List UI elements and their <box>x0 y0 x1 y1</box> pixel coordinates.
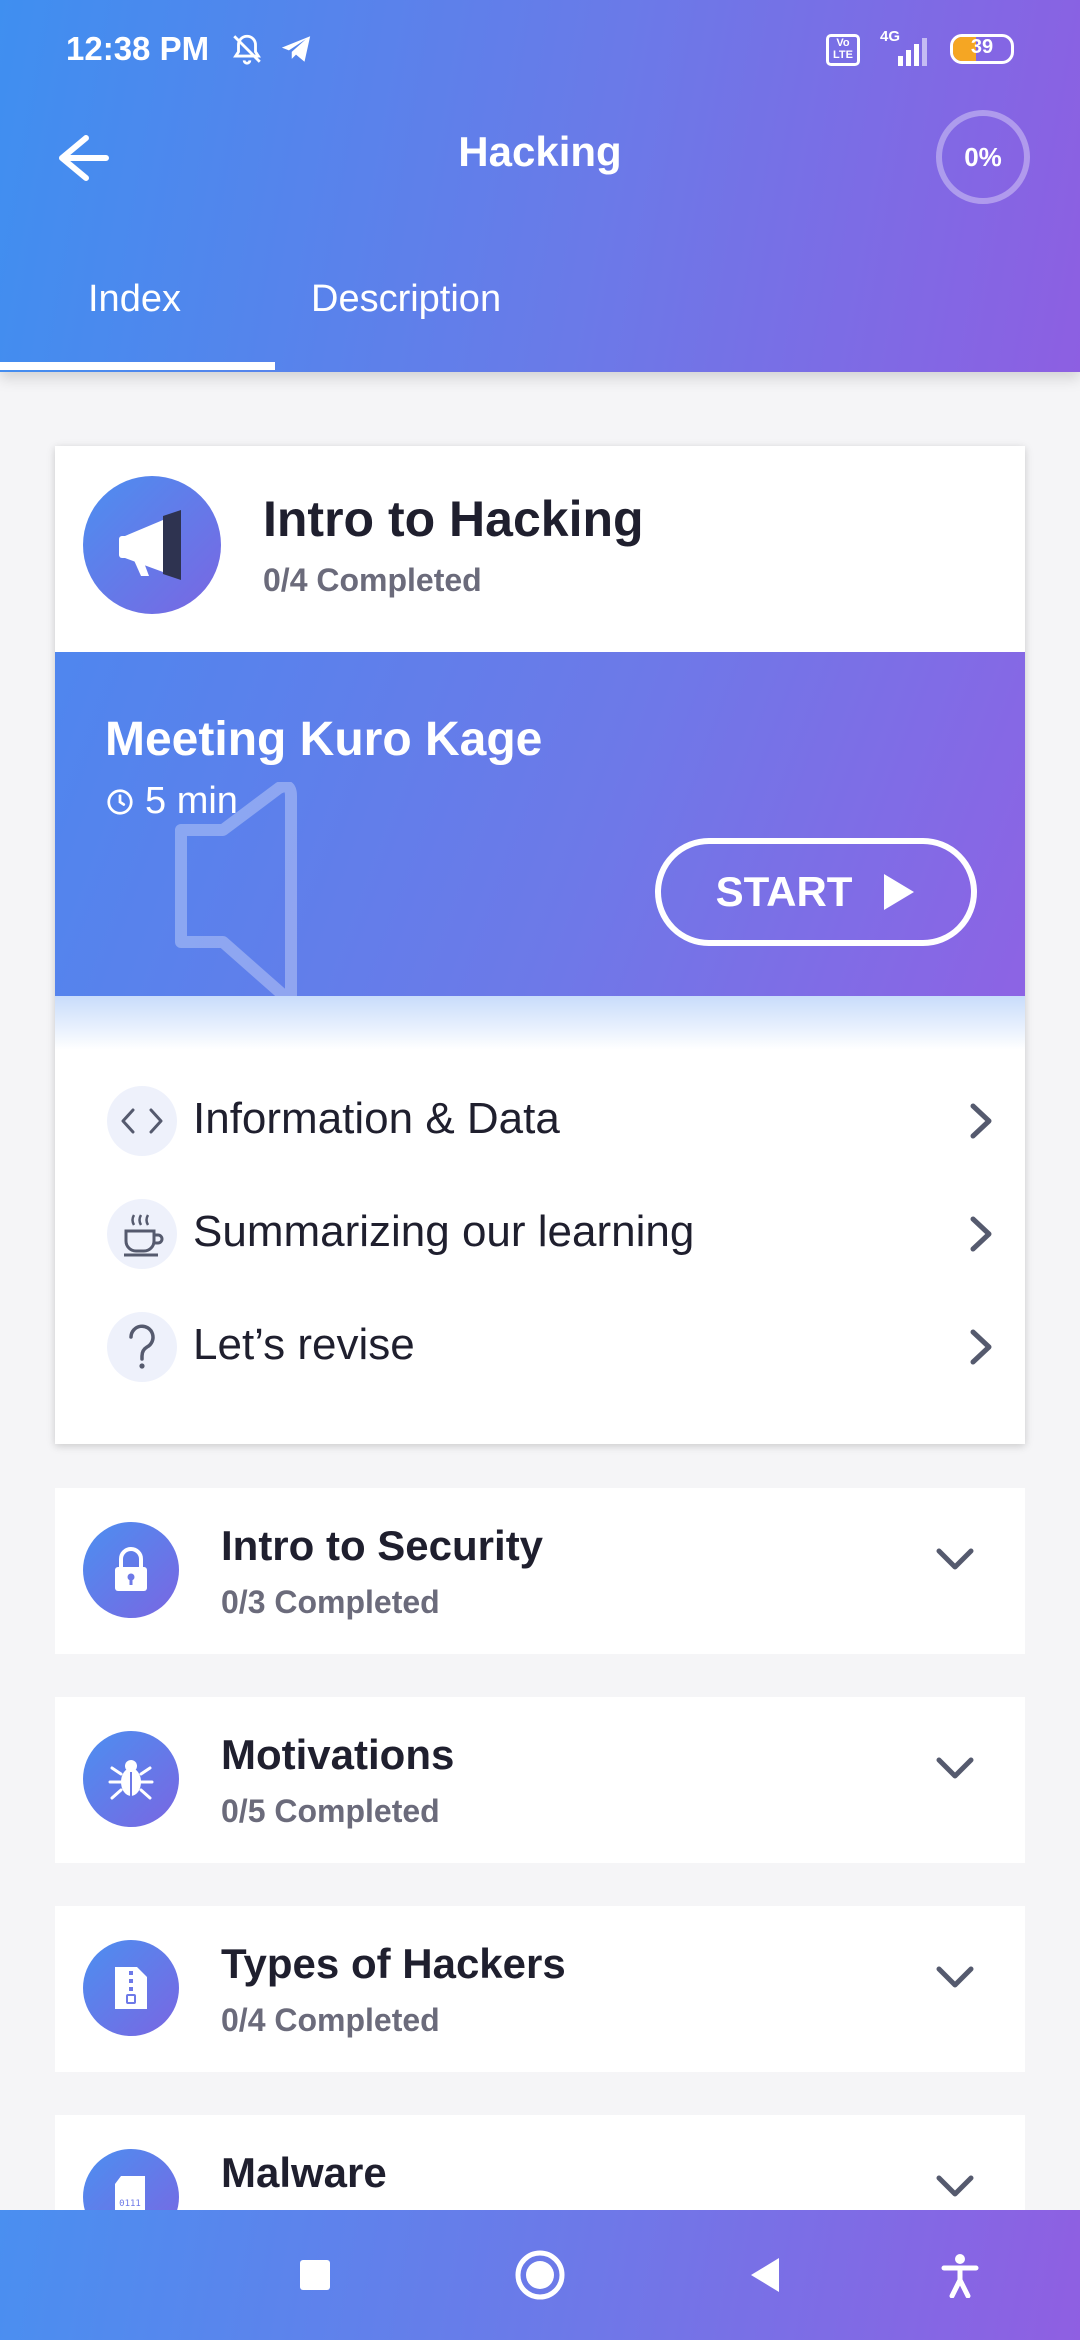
chevron-right-icon <box>970 1216 992 1252</box>
mute-bell-icon <box>233 34 261 65</box>
lesson-banner-fade <box>55 996 1025 1050</box>
svg-text:0111: 0111 <box>119 2199 141 2209</box>
lock-icon <box>115 1547 147 1591</box>
bug-icon <box>108 1760 154 1800</box>
telegram-icon <box>281 36 311 62</box>
volte-icon: Vo LTE <box>826 34 860 66</box>
section-title: Malware <box>221 2149 387 2196</box>
lesson-banner[interactable]: Meeting Kuro Kage 5 min START <box>55 652 1025 996</box>
status-time: 12:38 PM <box>66 30 210 67</box>
list-item-label: Let’s revise <box>193 1320 415 1369</box>
recents-button[interactable] <box>280 2210 350 2340</box>
status-bar: 12:38 PM Vo LTE 4G 39 <box>0 0 1080 100</box>
section-progress: 0/3 Completed <box>221 1584 440 1620</box>
section-card-intro-to-security[interactable]: Intro to Security 0/3 Completed <box>55 1488 1025 1654</box>
chevron-right-icon <box>970 1103 992 1139</box>
code-brackets-icon <box>107 1086 177 1156</box>
accessibility-button[interactable] <box>920 2210 1000 2340</box>
chevron-down-icon[interactable] <box>935 1546 975 1572</box>
battery-level: 39 <box>970 36 994 58</box>
play-icon <box>884 874 915 910</box>
system-nav-bar <box>0 2210 1080 2340</box>
chevron-down-icon[interactable] <box>935 1964 975 1990</box>
module-card-intro-to-hacking: Intro to Hacking 0/4 Completed Meeting K… <box>55 446 1025 1444</box>
course-progress-ring: 0% <box>936 110 1030 204</box>
app-header: 12:38 PM Vo LTE 4G 39 Hacking 0% Index De… <box>0 0 1080 372</box>
list-item-information-data[interactable]: Information & Data <box>107 1080 1007 1160</box>
module-progress: 0/4 Completed <box>263 562 482 598</box>
section-avatar <box>83 1940 179 2036</box>
module-avatar <box>83 476 221 614</box>
lesson-duration-text: 5 min <box>145 780 238 822</box>
section-avatar <box>83 1731 179 1827</box>
section-title: Types of Hackers <box>221 1940 566 1987</box>
triangle-back-icon <box>751 2258 779 2292</box>
active-tab-indicator <box>0 362 275 370</box>
section-card-motivations[interactable]: Motivations 0/5 Completed <box>55 1697 1025 1863</box>
home-button[interactable] <box>500 2210 580 2340</box>
home-circle-icon <box>515 2250 565 2300</box>
question-icon <box>107 1312 177 1382</box>
lesson-title: Meeting Kuro Kage <box>105 713 543 766</box>
tab-description[interactable]: Description <box>311 278 501 321</box>
clock-icon <box>107 788 133 815</box>
list-item-summarizing[interactable]: Summarizing our learning <box>107 1193 1007 1273</box>
module-title: Intro to Hacking <box>263 491 644 547</box>
lesson-duration: 5 min <box>105 780 238 823</box>
list-item-lets-revise[interactable]: Let’s revise <box>107 1306 1007 1386</box>
start-button[interactable]: START <box>655 838 977 946</box>
page-title: Hacking <box>458 128 622 175</box>
coffee-cup-icon <box>107 1199 177 1269</box>
list-item-label: Information & Data <box>193 1094 560 1143</box>
section-title: Intro to Security <box>221 1522 544 1569</box>
tab-index[interactable]: Index <box>88 278 181 321</box>
signal-icon <box>898 38 927 66</box>
list-item-label: Summarizing our learning <box>193 1207 695 1256</box>
section-progress: 0/4 Completed <box>221 2002 440 2038</box>
chevron-down-icon[interactable] <box>935 1755 975 1781</box>
chevron-down-icon[interactable] <box>935 2173 975 2199</box>
megaphone-icon <box>119 510 181 580</box>
start-label: START <box>715 868 853 915</box>
section-progress: 0/5 Completed <box>221 1793 440 1829</box>
zip-file-icon <box>115 1967 147 2009</box>
section-avatar <box>83 1522 179 1618</box>
battery-icon: 39 <box>950 34 1014 64</box>
section-title: Motivations <box>221 1731 455 1778</box>
section-card-types-of-hackers[interactable]: Types of Hackers 0/4 Completed <box>55 1906 1025 2072</box>
accessibility-icon <box>941 2254 979 2298</box>
square-icon <box>300 2260 330 2290</box>
back-nav-button[interactable] <box>730 2210 800 2340</box>
chevron-right-icon <box>970 1329 992 1365</box>
